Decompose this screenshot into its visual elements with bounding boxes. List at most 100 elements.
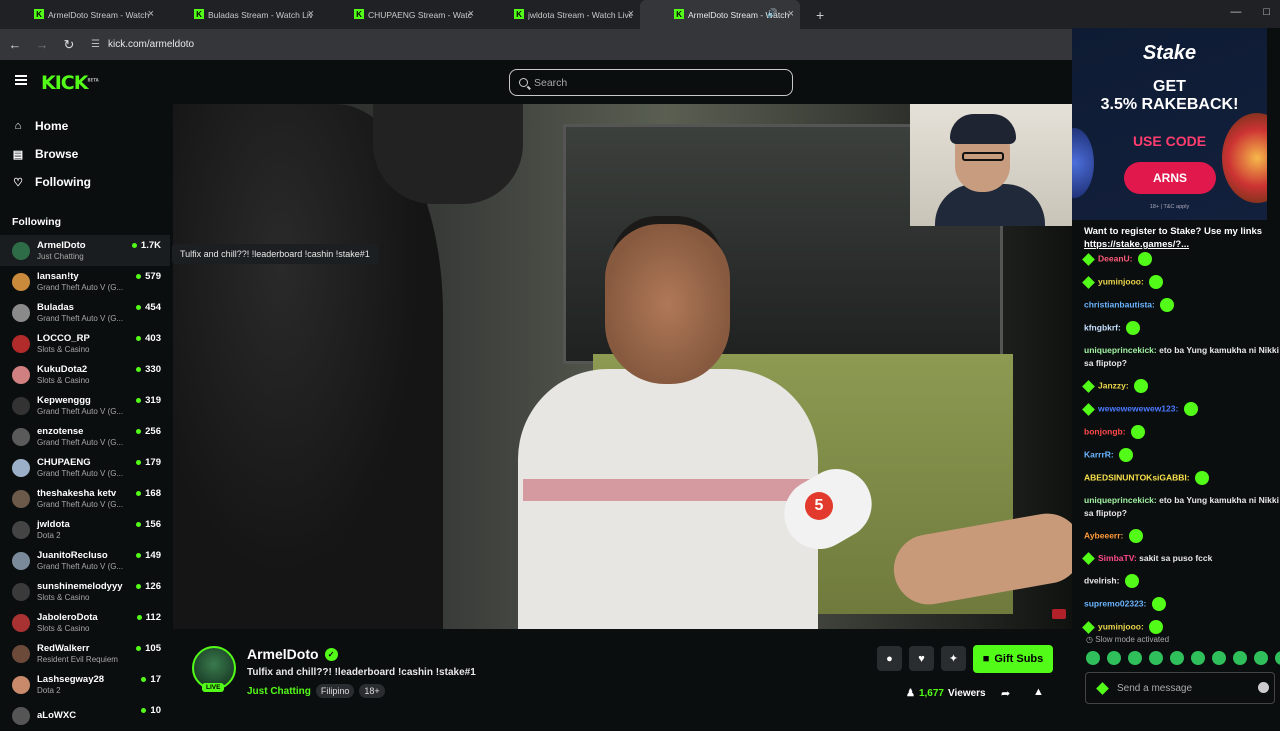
stream-title: Tulfix and chill??! !leaderboard !cashin… bbox=[247, 667, 476, 678]
nav-item-browse[interactable]: ▤ Browse bbox=[12, 140, 170, 168]
notification-bell-button[interactable]: ● bbox=[877, 646, 902, 671]
emote-3[interactable] bbox=[1128, 651, 1142, 665]
tag-age[interactable]: 18+ bbox=[359, 684, 385, 698]
emoji-picker-icon[interactable] bbox=[1258, 682, 1269, 693]
live-dot-icon bbox=[136, 460, 142, 465]
streamer-name[interactable]: ArmelDoto bbox=[247, 646, 319, 662]
url-field[interactable]: ☰ kick.com/armeldoto bbox=[91, 39, 194, 50]
pinned-link[interactable]: https://stake.games/?... bbox=[1084, 238, 1274, 251]
chat-input[interactable]: Send a message bbox=[1085, 672, 1275, 704]
browser-tab[interactable]: K ArmelDoto Stream - Watch Live× bbox=[0, 0, 160, 29]
chat-username[interactable]: Janzzy: bbox=[1098, 380, 1129, 390]
kick-favicon-icon: K bbox=[34, 9, 44, 19]
followed-channel[interactable]: CHUPAENG Grand Theft Auto V (G... 179 bbox=[0, 452, 170, 483]
followed-channel[interactable]: JuanitoRecluso Grand Theft Auto V (G... 14… bbox=[0, 545, 170, 576]
ad-line1: GET bbox=[1153, 78, 1186, 95]
close-tab-icon[interactable]: × bbox=[308, 8, 314, 20]
chat-username[interactable]: DeeanU: bbox=[1098, 253, 1132, 263]
site-info-icon[interactable]: ☰ bbox=[91, 39, 100, 50]
emote-6[interactable] bbox=[1191, 651, 1205, 665]
followed-channel[interactable]: RedWalkerr Resident Evil Requiem 105 bbox=[0, 638, 170, 669]
browser-tab[interactable]: K ArmelDoto Stream - Watch 🔊 × bbox=[640, 0, 800, 29]
channel-avatar bbox=[12, 427, 30, 446]
search-input[interactable]: Search bbox=[509, 69, 793, 96]
new-tab-icon[interactable]: + bbox=[816, 7, 824, 23]
followed-channel[interactable]: Buladas Grand Theft Auto V (G... 454 bbox=[0, 297, 170, 328]
chat-username[interactable]: christianbautista: bbox=[1084, 299, 1155, 309]
audio-icon[interactable]: 🔊 bbox=[767, 8, 778, 19]
gift-subs-button[interactable]: ■ Gift Subs bbox=[973, 645, 1053, 673]
followed-channel[interactable]: aLoWXC 10 bbox=[0, 700, 170, 731]
emote-4[interactable] bbox=[1149, 651, 1163, 665]
chat-username[interactable]: supremo02323: bbox=[1084, 598, 1146, 608]
live-dot-icon bbox=[136, 429, 142, 434]
chat-username[interactable]: Aybeeerr: bbox=[1084, 530, 1123, 540]
emote-8[interactable] bbox=[1233, 651, 1247, 665]
chat-username[interactable]: kfngbkrf: bbox=[1084, 322, 1121, 332]
stream-category[interactable]: Just Chatting bbox=[247, 686, 311, 697]
followed-channel[interactable]: theshakesha ketv Grand Theft Auto V (G...… bbox=[0, 483, 170, 514]
chat-username[interactable]: SimbaTV: bbox=[1098, 553, 1137, 563]
live-badge: LIVE bbox=[202, 683, 225, 692]
followed-channel[interactable]: JaboleroDota Slots & Casino 112 bbox=[0, 607, 170, 638]
followed-channel[interactable]: KukuDota2 Slots & Casino 330 bbox=[0, 359, 170, 390]
chat-message: SimbaTV: sakit sa puso fcck bbox=[1082, 552, 1280, 566]
chat-username[interactable]: wewewewewew123: bbox=[1098, 403, 1178, 413]
reload-icon[interactable]: ↻ bbox=[57, 37, 81, 53]
emote-10[interactable] bbox=[1275, 651, 1280, 665]
chat-message: yuminjooo: bbox=[1082, 275, 1280, 289]
followed-channel[interactable]: enzotense Grand Theft Auto V (G... 256 bbox=[0, 421, 170, 452]
emote-9[interactable] bbox=[1254, 651, 1268, 665]
emote-icon bbox=[1151, 597, 1166, 611]
close-tab-icon[interactable]: × bbox=[788, 8, 794, 20]
share-icon[interactable]: ➦ bbox=[1001, 687, 1010, 700]
close-tab-icon[interactable]: × bbox=[628, 8, 634, 20]
emote-7[interactable] bbox=[1212, 651, 1226, 665]
nav-item-following[interactable]: ♡ Following bbox=[12, 168, 170, 196]
followed-channel[interactable]: Lashsegway28 Dota 2 17 bbox=[0, 669, 170, 700]
sparkle-button[interactable]: ✦ bbox=[941, 646, 966, 671]
chat-username[interactable]: yuminjooo: bbox=[1098, 621, 1144, 631]
chat-username[interactable]: bonjongb: bbox=[1084, 426, 1126, 436]
forward-icon[interactable]: → bbox=[30, 37, 54, 52]
back-icon[interactable]: ← bbox=[3, 37, 27, 52]
follow-heart-button[interactable]: ♥ bbox=[909, 646, 934, 671]
maximize-icon[interactable]: □ bbox=[1263, 6, 1270, 18]
browser-tab[interactable]: K Buladas Stream - Watch Live on× bbox=[160, 0, 320, 29]
chat-username[interactable]: dvelrish: bbox=[1084, 575, 1119, 585]
browser-tab[interactable]: K CHUPAENG Stream - Watch Live× bbox=[320, 0, 480, 29]
chat-message: KarrrR: bbox=[1084, 448, 1280, 462]
followed-channel[interactable]: LOCCO_RP Slots & Casino 403 bbox=[0, 328, 170, 359]
chat-username[interactable]: ABEDSINUNTOKsiGABBI: bbox=[1084, 472, 1190, 482]
stake-ad-banner[interactable]: Stake GET 3.5% RAKEBACK! USE CODE ARNS 1… bbox=[1072, 28, 1267, 220]
video-watermark-icon bbox=[1052, 609, 1066, 619]
followed-channel[interactable]: lansan!ty Grand Theft Auto V (G... 579 bbox=[0, 266, 170, 297]
followed-channel[interactable]: ArmelDoto Just Chatting 1.7K bbox=[0, 235, 170, 266]
emote-1[interactable] bbox=[1086, 651, 1100, 665]
emote-icon bbox=[1195, 471, 1210, 485]
chat-username[interactable]: yuminjooo: bbox=[1098, 276, 1144, 286]
live-dot-icon bbox=[136, 398, 142, 403]
chat-username[interactable]: uniqueprincekick: bbox=[1084, 495, 1157, 505]
channel-viewers: 112 bbox=[136, 612, 161, 623]
tag-language[interactable]: Filipino bbox=[315, 684, 355, 698]
chat-username[interactable]: uniqueprincekick: bbox=[1084, 345, 1157, 355]
chat-message: wewewewewew123: bbox=[1082, 402, 1280, 416]
chat-username[interactable]: KarrrR: bbox=[1084, 449, 1114, 459]
emote-2[interactable] bbox=[1107, 651, 1121, 665]
ad-code-button[interactable]: ARNS bbox=[1124, 162, 1216, 194]
kick-logo[interactable]: KICKBETA bbox=[41, 72, 99, 94]
nav-item-home[interactable]: ⌂ Home bbox=[12, 112, 170, 140]
emote-icon bbox=[1149, 275, 1164, 289]
followed-channel[interactable]: jwldota Dota 2 156 bbox=[0, 514, 170, 545]
close-tab-icon[interactable]: × bbox=[148, 8, 154, 20]
menu-icon[interactable] bbox=[15, 75, 27, 85]
followed-channel[interactable]: Kepwenggg Grand Theft Auto V (G... 319 bbox=[0, 390, 170, 421]
browser-tab[interactable]: Kjwldota Stream - Watch Live on× bbox=[480, 0, 640, 29]
followed-channel[interactable]: sunshinemelodyyy Slots & Casino 126 bbox=[0, 576, 170, 607]
sub-badge-icon bbox=[1082, 379, 1095, 393]
emote-5[interactable] bbox=[1170, 651, 1184, 665]
minimize-icon[interactable]: — bbox=[1230, 6, 1241, 18]
close-tab-icon[interactable]: × bbox=[468, 8, 474, 20]
report-icon[interactable]: ▲ bbox=[1033, 686, 1044, 698]
